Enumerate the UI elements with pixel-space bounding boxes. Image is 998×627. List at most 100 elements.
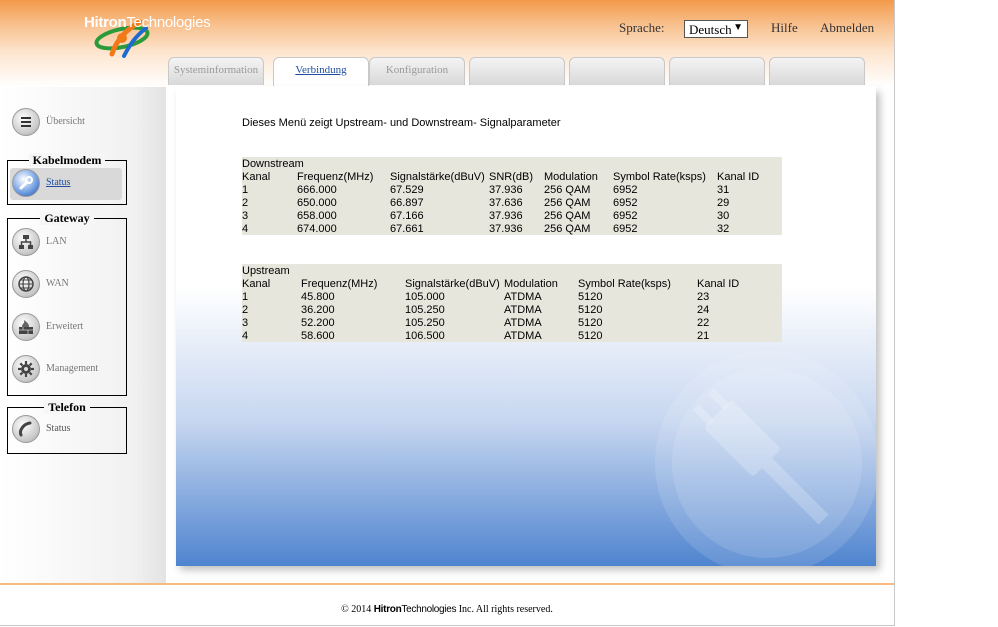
- table-cell: 666.000: [297, 184, 337, 196]
- table-cell: 105.250: [405, 317, 445, 329]
- gear-icon: [12, 355, 40, 383]
- page-intro-text: Dieses Menü zeigt Upstream- und Downstre…: [242, 117, 561, 129]
- table-cell: ATDMA: [504, 291, 542, 303]
- tab-verbindung[interactable]: Verbindung: [273, 57, 369, 88]
- sidebar-item-label: Status: [46, 177, 71, 188]
- table-cell: 67.529: [390, 184, 424, 196]
- globe-icon: [12, 270, 40, 298]
- table-header-cell: Symbol Rate(ksps): [578, 278, 671, 290]
- table-cell: 3: [242, 210, 249, 222]
- table-cell: 6952: [613, 184, 638, 196]
- sidebar-item-lan[interactable]: LAN: [10, 227, 122, 259]
- table-cell: 2: [242, 304, 249, 316]
- language-label: Sprache:: [619, 20, 665, 35]
- table-cell: 650.000: [297, 197, 337, 209]
- table-cell: 37.636: [489, 197, 523, 209]
- table-caption: Downstream: [242, 158, 304, 170]
- brand-name: HitronTechnologies: [84, 14, 211, 31]
- wrench-icon: [12, 169, 40, 197]
- table-cell: 21: [697, 330, 710, 342]
- sidebar-item-overview[interactable]: Übersicht: [10, 107, 122, 139]
- table-cell: 6952: [613, 223, 638, 235]
- language-select[interactable]: Deutsch ▼: [684, 20, 748, 38]
- tab-empty-2: [569, 57, 665, 85]
- tab-konfiguration[interactable]: Konfiguration: [369, 57, 465, 85]
- table-cell: 67.166: [390, 210, 424, 222]
- upstream-table: Upstream Kanal Frequenz(MHz) Signalstärke(…: [242, 264, 782, 342]
- table-header-cell: Signalstärke(dBuV): [390, 171, 485, 183]
- group-title: Gateway: [8, 211, 126, 226]
- table-cell: 1: [242, 184, 249, 196]
- table-cell: 105.000: [405, 291, 445, 303]
- table-header-cell: Kanal ID: [717, 171, 760, 183]
- table-cell: 36.200: [301, 304, 335, 316]
- table-cell: 5120: [578, 317, 603, 329]
- table-cell: 1: [242, 291, 249, 303]
- tab-empty-3: [669, 57, 765, 85]
- table-header-cell: Kanal: [242, 278, 271, 290]
- table-header-cell: Modulation: [504, 278, 558, 290]
- logout-link[interactable]: Abmelden: [820, 20, 874, 36]
- table-header-cell: Symbol Rate(ksps): [613, 171, 706, 183]
- table-cell: 4: [242, 330, 249, 342]
- header-bar: HitronTechnologies Sprache: Deutsch ▼ Hi…: [0, 0, 894, 88]
- table-cell: 67.661: [390, 223, 424, 235]
- tab-empty-4: [769, 57, 865, 85]
- footer-divider: [0, 583, 894, 585]
- table-cell: 45.800: [301, 291, 335, 303]
- sidebar-item-label: Status: [46, 423, 71, 434]
- table-cell: 256 QAM: [544, 223, 591, 235]
- table-cell: 3: [242, 317, 249, 329]
- table-cell: 22: [697, 317, 710, 329]
- table-cell: 32: [717, 223, 730, 235]
- dropdown-arrow-icon: ▼: [733, 22, 743, 33]
- table-cell: ATDMA: [504, 317, 542, 329]
- sidebar-item-management[interactable]: Management: [10, 354, 122, 386]
- help-link[interactable]: Hilfe: [771, 20, 798, 36]
- footer-copyright: © 2014 HitronTechnologies Inc. All right…: [341, 604, 553, 615]
- table-cell: 2: [242, 197, 249, 209]
- table-cell: 66.897: [390, 197, 424, 209]
- table-cell: 6952: [613, 197, 638, 209]
- downstream-table: Downstream Kanal Frequenz(MHz) Signalstärk…: [242, 157, 782, 235]
- table-header-cell: Signalstärke(dBuV): [405, 278, 500, 290]
- sidebar-item-wan[interactable]: WAN: [10, 269, 122, 301]
- table-cell: 4: [242, 223, 249, 235]
- table-cell: 105.250: [405, 304, 445, 316]
- sidebar-item-erweitert[interactable]: Erweitert: [10, 312, 122, 344]
- group-title: Telefon: [8, 400, 126, 415]
- firewall-icon: [12, 313, 40, 341]
- table-header-cell: Modulation: [544, 171, 598, 183]
- table-cell: 52.200: [301, 317, 335, 329]
- watermark-plug-icon: [655, 351, 876, 566]
- table-cell: 5120: [578, 330, 603, 342]
- group-title: Kabelmodem: [8, 153, 126, 168]
- table-caption: Upstream: [242, 265, 290, 277]
- sidebar-item-label: LAN: [46, 236, 67, 247]
- table-cell: 256 QAM: [544, 197, 591, 209]
- tab-empty-1: [469, 57, 565, 85]
- table-header-cell: Frequenz(MHz): [297, 171, 374, 183]
- table-cell: 30: [717, 210, 730, 222]
- table-cell: 37.936: [489, 210, 523, 222]
- table-cell: 31: [717, 184, 730, 196]
- table-cell: 29: [717, 197, 730, 209]
- table-header-cell: Kanal ID: [697, 278, 740, 290]
- table-cell: 256 QAM: [544, 184, 591, 196]
- phone-icon: [12, 415, 40, 443]
- table-cell: 37.936: [489, 184, 523, 196]
- table-cell: 256 QAM: [544, 210, 591, 222]
- sidebar-item-label: Übersicht: [46, 116, 85, 127]
- sidebar-item-label: WAN: [46, 278, 69, 289]
- sidebar-item-telefon-status[interactable]: Status: [10, 414, 122, 446]
- sidebar-item-kabelmodem-status[interactable]: Status: [10, 168, 122, 200]
- list-icon: [12, 108, 40, 136]
- table-header-cell: Kanal: [242, 171, 271, 183]
- tab-systeminformation[interactable]: Systeminformation: [168, 57, 264, 85]
- table-cell: ATDMA: [504, 304, 542, 316]
- sidebar-item-label: Management: [46, 363, 99, 374]
- table-cell: 24: [697, 304, 710, 316]
- language-selected-value: Deutsch: [689, 22, 732, 37]
- sidebar: Übersicht Kabelmodem Status Gateway LAN: [0, 87, 166, 583]
- table-cell: 658.000: [297, 210, 337, 222]
